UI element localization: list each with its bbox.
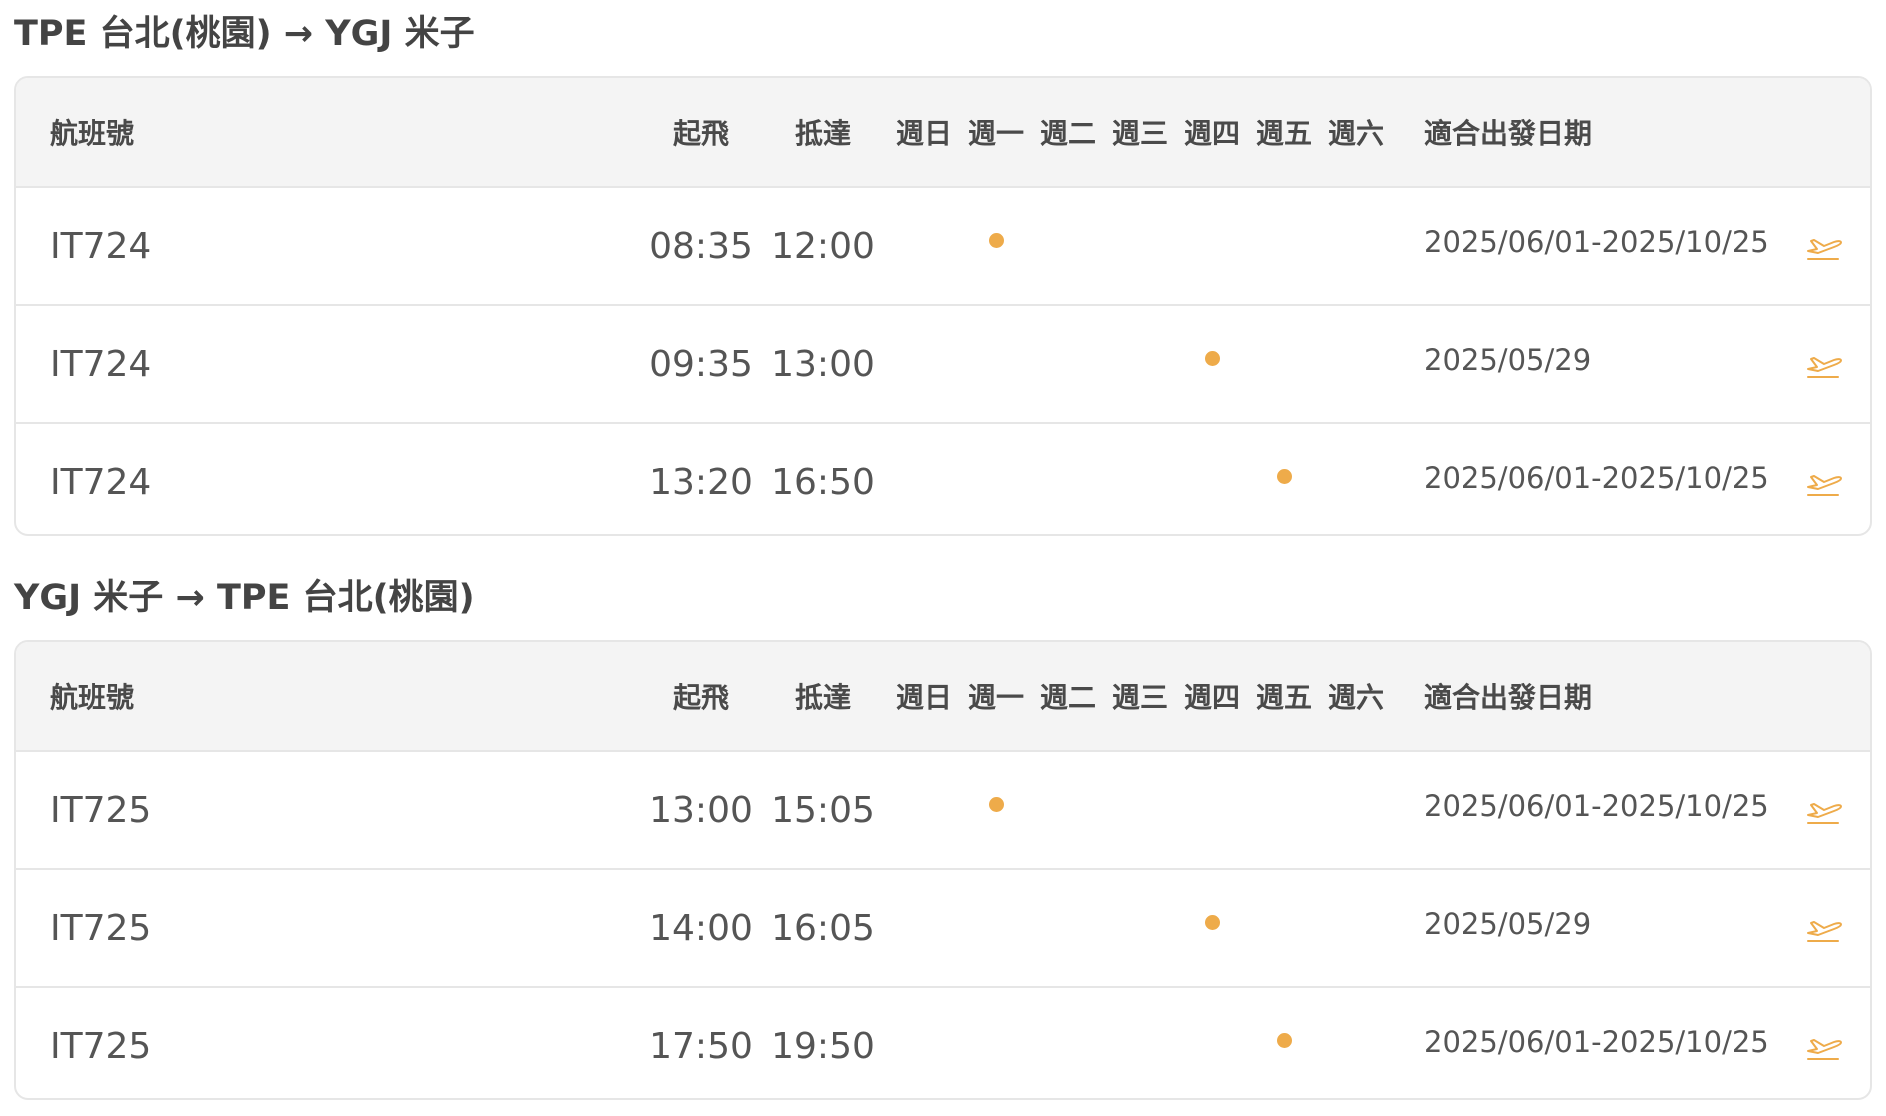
header-day-fri: 週五	[1255, 681, 1312, 714]
arrival-time: 13:00	[771, 343, 875, 385]
header-day-wed: 週三	[1111, 681, 1168, 714]
travel-date-range: 2025/06/01-2025/10/25	[1424, 789, 1769, 823]
operating-day-dot	[1204, 350, 1220, 366]
arrival-time: 19:50	[771, 1025, 875, 1067]
table-row: IT725 17:50 19:50 2025/06/01-2025/10/25	[16, 988, 1870, 1098]
arrival-time: 15:05	[771, 789, 875, 831]
flight-number: IT724	[50, 225, 152, 267]
header-day-mon: 週一	[967, 681, 1024, 714]
table-row: IT724 09:35 13:00 2025/05/29	[16, 306, 1870, 424]
header-day-fri: 週五	[1255, 117, 1312, 150]
section-title-outbound: TPE 台北(桃園) → YGJ 米子	[14, 14, 475, 54]
operating-day-dot	[988, 796, 1004, 812]
header-day-sat: 週六	[1327, 117, 1384, 150]
table-row: IT724 08:35 12:00 2025/06/01-2025/10/25	[16, 188, 1870, 306]
header-day-tue: 週二	[1039, 681, 1096, 714]
header-day-mon: 週一	[967, 117, 1024, 150]
departure-time: 13:00	[649, 789, 753, 831]
header-departure: 起飛	[672, 681, 729, 714]
header-travel-dates: 適合出發日期	[1424, 681, 1593, 714]
departure-time: 14:00	[649, 907, 753, 949]
flight-number: IT725	[50, 907, 152, 949]
departure-time: 09:35	[649, 343, 753, 385]
header-day-thu: 週四	[1183, 681, 1240, 714]
flight-schedule-page: TPE 台北(桃園) → YGJ 米子 航班號 起飛 抵達 週日 週一 週二 週…	[0, 0, 1886, 1116]
travel-date-range: 2025/06/01-2025/10/25	[1424, 461, 1769, 495]
plane-takeoff-icon[interactable]	[1801, 226, 1847, 266]
departure-time: 08:35	[649, 225, 753, 267]
travel-date-range: 2025/05/29	[1424, 343, 1592, 377]
header-day-thu: 週四	[1183, 117, 1240, 150]
table-header: 航班號 起飛 抵達 週日 週一 週二 週三 週四 週五 週六 適合出發日期	[16, 642, 1870, 752]
table-row: IT724 13:20 16:50 2025/06/01-2025/10/25	[16, 424, 1870, 534]
schedule-table-return: 航班號 起飛 抵達 週日 週一 週二 週三 週四 週五 週六 適合出發日期 IT…	[14, 640, 1872, 1100]
header-day-wed: 週三	[1111, 117, 1168, 150]
header-day-sat: 週六	[1327, 681, 1384, 714]
plane-takeoff-icon[interactable]	[1801, 344, 1847, 384]
arrival-time: 12:00	[771, 225, 875, 267]
table-body: IT724 08:35 12:00 2025/06/01-2025/10/25 …	[16, 188, 1870, 534]
header-arrival: 抵達	[794, 681, 851, 714]
section-title-return: YGJ 米子 → TPE 台北(桃園)	[14, 578, 475, 618]
table-row: IT725 14:00 16:05 2025/05/29	[16, 870, 1870, 988]
header-day-sun: 週日	[895, 117, 952, 150]
header-arrival: 抵達	[794, 117, 851, 150]
header-day-tue: 週二	[1039, 117, 1096, 150]
schedule-table-outbound: 航班號 起飛 抵達 週日 週一 週二 週三 週四 週五 週六 適合出發日期 IT…	[14, 76, 1872, 536]
table-body: IT725 13:00 15:05 2025/06/01-2025/10/25 …	[16, 752, 1870, 1098]
travel-date-range: 2025/06/01-2025/10/25	[1424, 225, 1769, 259]
operating-day-dot	[1204, 914, 1220, 930]
header-flight-number: 航班號	[50, 681, 135, 714]
flight-number: IT724	[50, 461, 152, 503]
header-flight-number: 航班號	[50, 117, 135, 150]
departure-time: 17:50	[649, 1025, 753, 1067]
plane-takeoff-icon[interactable]	[1801, 790, 1847, 830]
header-day-sun: 週日	[895, 681, 952, 714]
travel-date-range: 2025/05/29	[1424, 907, 1592, 941]
flight-number: IT725	[50, 1025, 152, 1067]
arrival-time: 16:50	[771, 461, 875, 503]
flight-number: IT724	[50, 343, 152, 385]
arrival-time: 16:05	[771, 907, 875, 949]
operating-day-dot	[1276, 1032, 1292, 1048]
header-departure: 起飛	[672, 117, 729, 150]
operating-day-dot	[988, 232, 1004, 248]
header-travel-dates: 適合出發日期	[1424, 117, 1593, 150]
plane-takeoff-icon[interactable]	[1801, 908, 1847, 948]
table-row: IT725 13:00 15:05 2025/06/01-2025/10/25	[16, 752, 1870, 870]
plane-takeoff-icon[interactable]	[1801, 462, 1847, 502]
travel-date-range: 2025/06/01-2025/10/25	[1424, 1025, 1769, 1059]
flight-number: IT725	[50, 789, 152, 831]
departure-time: 13:20	[649, 461, 753, 503]
table-header: 航班號 起飛 抵達 週日 週一 週二 週三 週四 週五 週六 適合出發日期	[16, 78, 1870, 188]
operating-day-dot	[1276, 468, 1292, 484]
plane-takeoff-icon[interactable]	[1801, 1026, 1847, 1066]
